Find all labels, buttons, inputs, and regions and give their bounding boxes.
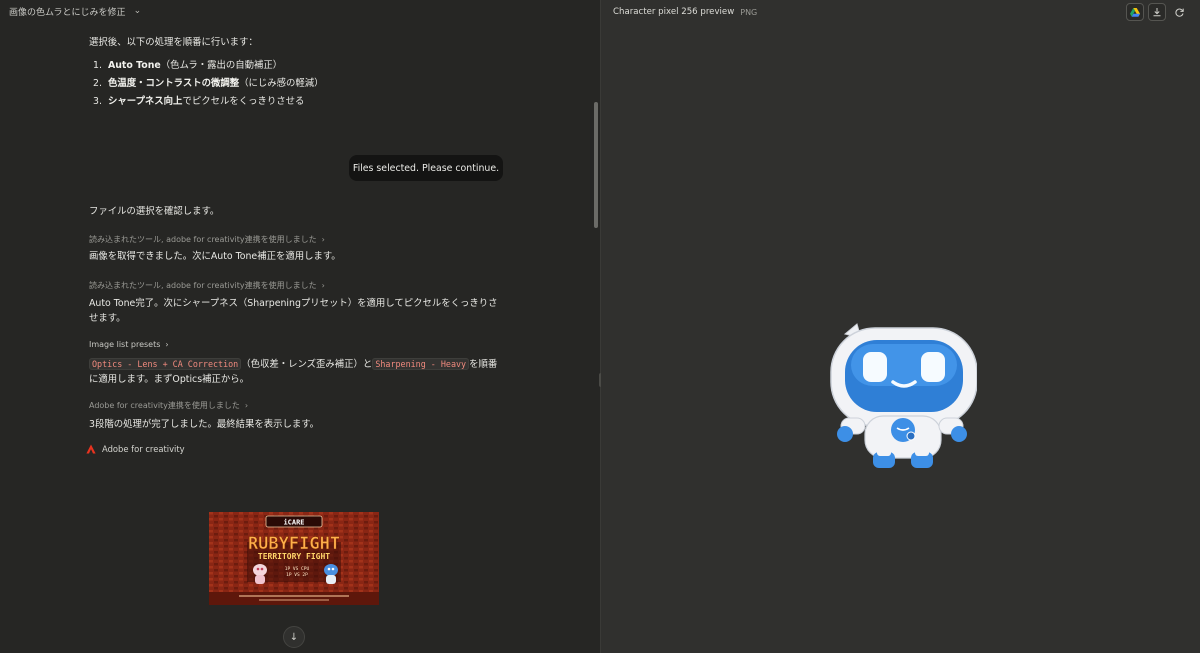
tool-use-toggle[interactable]: 読み込まれたツール, adobe for creativity連携を使用しました… xyxy=(89,234,325,245)
download-button[interactable] xyxy=(1148,3,1166,21)
preview-toolbar xyxy=(1126,3,1188,21)
steps-list: 1. Auto Tone（色ムラ・露出の自動補正） 2. 色温度・コントラストの… xyxy=(93,57,323,111)
chevron-right-icon: › xyxy=(321,235,325,244)
tool-use-toggle[interactable]: 読み込まれたツール, adobe for creativity連携を使用しました… xyxy=(89,280,325,291)
step-bold: 色温度・コントラストの微調整 xyxy=(108,78,240,89)
preview-title: Character pixel 256 preview xyxy=(613,7,735,17)
poster-art: iCARE RUBYFIGHT TERRITORY FIGHT 1P VS CP… xyxy=(209,512,379,605)
step-text: でピクセルをくっきりさせる xyxy=(182,96,305,107)
list-item: 2. 色温度・コントラストの微調整（にじみ感の軽減） xyxy=(93,75,323,93)
inline-code: Optics - Lens + CA Correction xyxy=(89,358,242,370)
message-text: （色収差・レンズ歪み補正）と xyxy=(241,359,373,370)
inline-code: Sharpening - Heavy xyxy=(372,358,470,370)
file-format-label: PNG xyxy=(740,7,758,17)
step-text: （色ムラ・露出の自動補正） xyxy=(160,60,283,71)
chevron-right-icon: › xyxy=(165,340,169,349)
download-icon xyxy=(1153,8,1161,17)
tool-use-toggle[interactable]: Adobe for creativity連携を使用しました › xyxy=(89,400,248,411)
robot-mascot xyxy=(830,323,978,468)
list-item: 1. Auto Tone（色ムラ・露出の自動補正） xyxy=(93,57,323,75)
preview-header: Character pixel 256 preview PNG xyxy=(613,0,757,24)
tool-use-label: 読み込まれたツール, adobe for creativity連携を使用しました xyxy=(89,281,317,290)
result-image[interactable]: iCARE RUBYFIGHT TERRITORY FIGHT 1P VS CP… xyxy=(209,512,379,605)
conversation-title[interactable]: 画像の色ムラとにじみを修正 xyxy=(9,5,126,18)
tool-use-label: Image list presets xyxy=(89,340,161,349)
poster-line2: 1P VS 2P xyxy=(286,572,308,578)
refresh-button[interactable] xyxy=(1170,3,1188,21)
step-number: 3. xyxy=(93,96,102,107)
app-attribution[interactable]: Adobe for creativity xyxy=(86,444,185,454)
preview-pane: Character pixel 256 preview PNG xyxy=(601,0,1200,653)
tool-use-toggle[interactable]: Image list presets › xyxy=(89,340,169,349)
tool-use-label: Adobe for creativity連携を使用しました xyxy=(89,401,240,410)
chevron-down-icon[interactable]: ⌄ xyxy=(134,6,142,16)
pink-character xyxy=(253,564,267,584)
poster-subtitle: TERRITORY FIGHT xyxy=(258,552,330,561)
conversation-header[interactable]: 画像の色ムラとにじみを修正 ⌄ xyxy=(0,0,601,22)
step-text: （にじみ感の軽減） xyxy=(239,78,324,89)
step-number: 2. xyxy=(93,78,102,89)
google-drive-button[interactable] xyxy=(1126,3,1144,21)
blue-character xyxy=(324,564,338,584)
assistant-message: 3段階の処理が完了しました。最終結果を表示します。 xyxy=(89,419,320,430)
intro-text: 選択後、以下の処理を順番に行います： xyxy=(89,37,258,48)
google-drive-icon xyxy=(1130,7,1140,17)
assistant-message: Optics - Lens + CA Correction （色収差・レンズ歪み補… xyxy=(89,357,499,387)
scroll-down-button[interactable]: ↓ xyxy=(283,626,305,648)
user-message-bubble: Files selected. Please continue. xyxy=(349,155,503,181)
list-item: 3. シャープネス向上でピクセルをくっきりさせる xyxy=(93,93,323,111)
scrollbar-thumb[interactable] xyxy=(594,102,598,228)
adobe-icon xyxy=(86,444,96,454)
chat-pane: 画像の色ムラとにじみを修正 ⌄ 選択後、以下の処理を順番に行います： 1. Au… xyxy=(0,0,601,653)
assistant-confirm-text: ファイルの選択を確認します。 xyxy=(89,206,220,217)
app-label: Adobe for creativity xyxy=(102,444,185,454)
step-bold: シャープネス向上 xyxy=(108,96,183,107)
arrow-down-icon: ↓ xyxy=(289,631,299,643)
step-bold: Auto Tone xyxy=(108,60,161,71)
poster-badge: iCARE xyxy=(283,518,304,526)
assistant-message: 画像を取得できました。次にAuto Tone補正を適用します。 xyxy=(89,251,341,262)
character-preview-image xyxy=(827,320,978,472)
refresh-icon xyxy=(1174,8,1184,17)
assistant-message: Auto Tone完了。次にシャープネス（Sharpeningプリセット）を適用… xyxy=(89,298,498,324)
tool-use-label: 読み込まれたツール, adobe for creativity連携を使用しました xyxy=(89,235,317,244)
poster-line1: 1P VS CPU xyxy=(285,566,310,572)
poster-title: RUBYFIGHT xyxy=(248,534,340,554)
chevron-right-icon: › xyxy=(244,401,249,410)
step-number: 1. xyxy=(93,60,102,71)
chevron-right-icon: › xyxy=(321,281,325,290)
